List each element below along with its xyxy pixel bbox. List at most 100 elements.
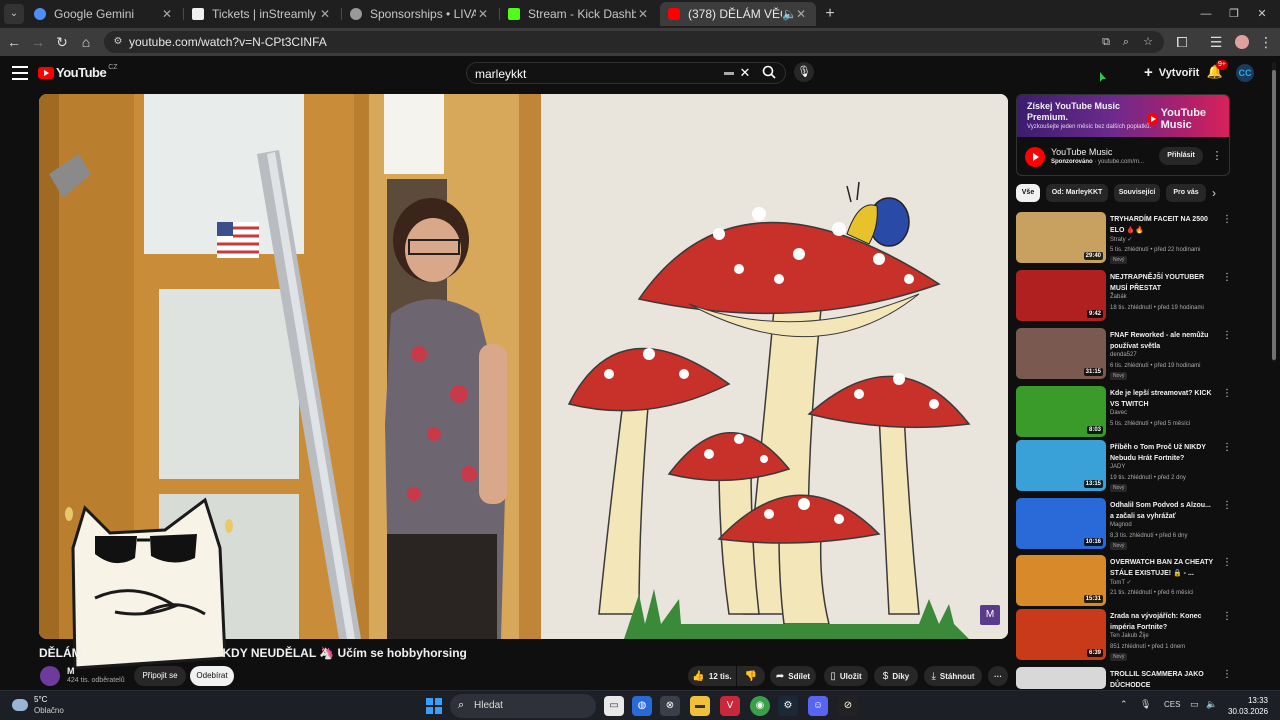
list-item[interactable]: 10:16 Odhalil Som Podvod s Alzou... a za…	[1016, 498, 1236, 550]
rec-channel[interactable]: Magnod	[1110, 522, 1132, 528]
ad-more-icon[interactable]: ⋮	[1211, 149, 1223, 163]
join-button[interactable]: Připojit se	[134, 666, 186, 686]
close-icon[interactable]: ✕	[476, 7, 490, 21]
tray-expand-icon[interactable]: ⌃	[1120, 699, 1128, 710]
rec-title[interactable]: NEJTRAPNĚJŠÍ YOUTUBER MUSÍ PŘESTAT	[1110, 272, 1216, 294]
rec-channel[interactable]: Ten Jakub Žije	[1110, 633, 1149, 639]
voice-search-button[interactable]: 🎙	[794, 62, 814, 82]
rec-channel[interactable]: denda527	[1110, 352, 1137, 358]
bookmark-star-icon[interactable]: ☆	[1140, 34, 1156, 50]
network-icon[interactable]: ▭	[1190, 699, 1199, 710]
rec-title[interactable]: Zrada na vývojářích: Konec impéria Fortn…	[1110, 611, 1216, 633]
sponsored-ad[interactable]: Získej YouTube Music Premium. Vyzkoušejt…	[1016, 94, 1230, 176]
video-thumbnail[interactable]: 10:16	[1016, 498, 1106, 549]
search-input[interactable]: marleykkt ▬ ✕	[466, 62, 786, 84]
tab-search-button[interactable]: ⌄	[4, 4, 24, 24]
notifications-button[interactable]: 🔔 9+	[1206, 60, 1228, 82]
create-button[interactable]: + Vytvořit	[1144, 64, 1199, 81]
list-item[interactable]: 8:03 Kde je lepší streamovat? KICK VS TW…	[1016, 386, 1236, 438]
close-icon[interactable]: ✕	[794, 7, 808, 21]
home-icon[interactable]: ⌂	[76, 32, 96, 52]
account-avatar[interactable]: CC	[1236, 64, 1254, 82]
more-icon[interactable]: ⋮	[1222, 388, 1232, 399]
chip-for-you[interactable]: Pro vás	[1166, 184, 1206, 202]
site-info-icon[interactable]: ⚙	[110, 34, 126, 50]
taskbar-search[interactable]: ⌕ Hledat	[450, 694, 596, 718]
close-icon[interactable]: ✕	[160, 7, 174, 21]
tab-kick-dashboard[interactable]: Stream - Kick Dashboard ✕	[500, 2, 658, 26]
app-icon-dark[interactable]: ⊘	[838, 696, 858, 716]
close-icon[interactable]: ✕	[636, 7, 650, 21]
subscribe-button[interactable]: Odebírat	[190, 666, 234, 686]
rec-title[interactable]: Kde je lepší streamovat? KICK VS TWITCH	[1110, 388, 1216, 410]
task-view-icon[interactable]: ▭	[604, 696, 624, 716]
chip-from-channel[interactable]: Od: MarleyKKT	[1046, 184, 1108, 202]
rec-channel[interactable]: Davec	[1110, 410, 1127, 416]
rec-channel[interactable]: JADY	[1110, 464, 1125, 470]
more-icon[interactable]: ⋮	[1222, 214, 1232, 225]
microphone-tray-icon[interactable]: 🎙	[1140, 699, 1151, 710]
list-item[interactable]: 31:15 FNAF Reworked - ale nemůžu používa…	[1016, 328, 1236, 380]
weather-condition[interactable]: Oblačno	[34, 706, 64, 715]
copilot-icon[interactable]: ◍	[632, 696, 652, 716]
address-bar[interactable]: ⚙ youtube.com/watch?v=N-CPt3CINFA ⧉ ⌕ ☆	[104, 31, 1164, 53]
forward-icon[interactable]: →	[28, 32, 48, 52]
volume-icon[interactable]: 🔈	[1206, 699, 1217, 710]
download-button[interactable]: ⤓ Stáhnout	[924, 666, 982, 686]
zoom-icon[interactable]: ⌕	[1118, 34, 1134, 50]
browser-menu-icon[interactable]: ⋮	[1256, 32, 1276, 52]
channel-name[interactable]: M	[67, 666, 75, 676]
steam-icon[interactable]: ⚙	[778, 696, 798, 716]
video-thumbnail[interactable]: 9:42	[1016, 270, 1106, 321]
video-thumbnail[interactable]: 31:15	[1016, 328, 1106, 379]
windows-start-icon[interactable]	[426, 698, 442, 714]
more-icon[interactable]: ⋮	[1222, 272, 1232, 283]
rec-channel[interactable]: Straty ✓	[1110, 236, 1132, 243]
xbox-icon[interactable]: ⊗	[660, 696, 680, 716]
rec-title[interactable]: TROLLIL SCAMMERA JAKO DŮCHODCE	[1110, 669, 1216, 689]
chip-all[interactable]: Vše	[1016, 184, 1040, 202]
video-thumbnail[interactable]: 29:40	[1016, 212, 1106, 263]
youtube-logo[interactable]: YouTube CZ	[38, 64, 118, 80]
file-explorer-icon[interactable]: ▬	[690, 696, 710, 716]
more-icon[interactable]: ⋮	[1222, 442, 1232, 453]
thanks-button[interactable]: $ Díky	[874, 666, 918, 686]
video-thumbnail[interactable]: 8:03	[1016, 386, 1106, 437]
minimize-icon[interactable]: —	[1196, 4, 1216, 24]
more-icon[interactable]: ⋮	[1222, 330, 1232, 341]
video-thumbnail[interactable]: 13:15	[1016, 440, 1106, 491]
list-item[interactable]: TROLLIL SCAMMERA JAKO DŮCHODCE ⋮	[1016, 667, 1236, 689]
close-icon[interactable]: ✕	[318, 7, 332, 21]
reload-icon[interactable]: ↻	[52, 32, 72, 52]
more-icon[interactable]: ⋮	[1222, 669, 1232, 680]
video-thumbnail[interactable]: 6:39	[1016, 609, 1106, 660]
video-thumbnail[interactable]: 15:31	[1016, 555, 1106, 606]
new-tab-button[interactable]: +	[820, 4, 840, 24]
dislike-button[interactable]: 👎	[737, 666, 765, 686]
rec-title[interactable]: OVERWATCH BAN ZA CHEATY STÁLE EXISTUJE! …	[1110, 557, 1216, 579]
ad-banner[interactable]: Získej YouTube Music Premium. Vyzkoušejt…	[1017, 95, 1229, 137]
share-button[interactable]: ➦ Sdílet	[770, 666, 816, 686]
like-button[interactable]: 👍 12 tis.	[688, 666, 736, 686]
rec-title[interactable]: TRYHARDÍM FACEIT NA 2500 ELO 🩸🔥	[1110, 214, 1216, 236]
chip-related[interactable]: Související	[1114, 184, 1160, 202]
profile-avatar[interactable]	[1232, 32, 1252, 52]
page-scrollbar[interactable]	[1270, 62, 1278, 362]
channel-avatar[interactable]	[40, 666, 60, 686]
chrome-icon[interactable]: ◉	[750, 696, 770, 716]
search-button[interactable]	[758, 65, 780, 83]
language-indicator[interactable]: CES	[1164, 700, 1180, 709]
back-icon[interactable]: ←	[4, 32, 24, 52]
list-item[interactable]: 13:15 Příběh o Tom Proč Už NIKDY Nebudu …	[1016, 440, 1236, 492]
save-button[interactable]: ▯ Uložit	[824, 666, 868, 686]
extensions-icon[interactable]: ⧠	[1172, 32, 1192, 52]
tab-instreamly[interactable]: Tickets | inStreamly ✕	[184, 2, 340, 26]
keyboard-icon[interactable]: ▬	[724, 67, 736, 79]
close-window-icon[interactable]: ✕	[1252, 4, 1272, 24]
video-thumbnail[interactable]	[1016, 667, 1106, 689]
rec-title[interactable]: Odhalil Som Podvod s Alzou... a začali s…	[1110, 500, 1216, 522]
rec-channel[interactable]: Žabák	[1110, 294, 1127, 300]
chevron-right-icon[interactable]: ›	[1212, 186, 1224, 200]
list-item[interactable]: 6:39 Zrada na vývojářích: Konec impéria …	[1016, 609, 1236, 661]
tab-youtube-video[interactable]: (378) DĚLÁM VĚCI CO BYCH 🔈 ✕	[660, 2, 816, 26]
